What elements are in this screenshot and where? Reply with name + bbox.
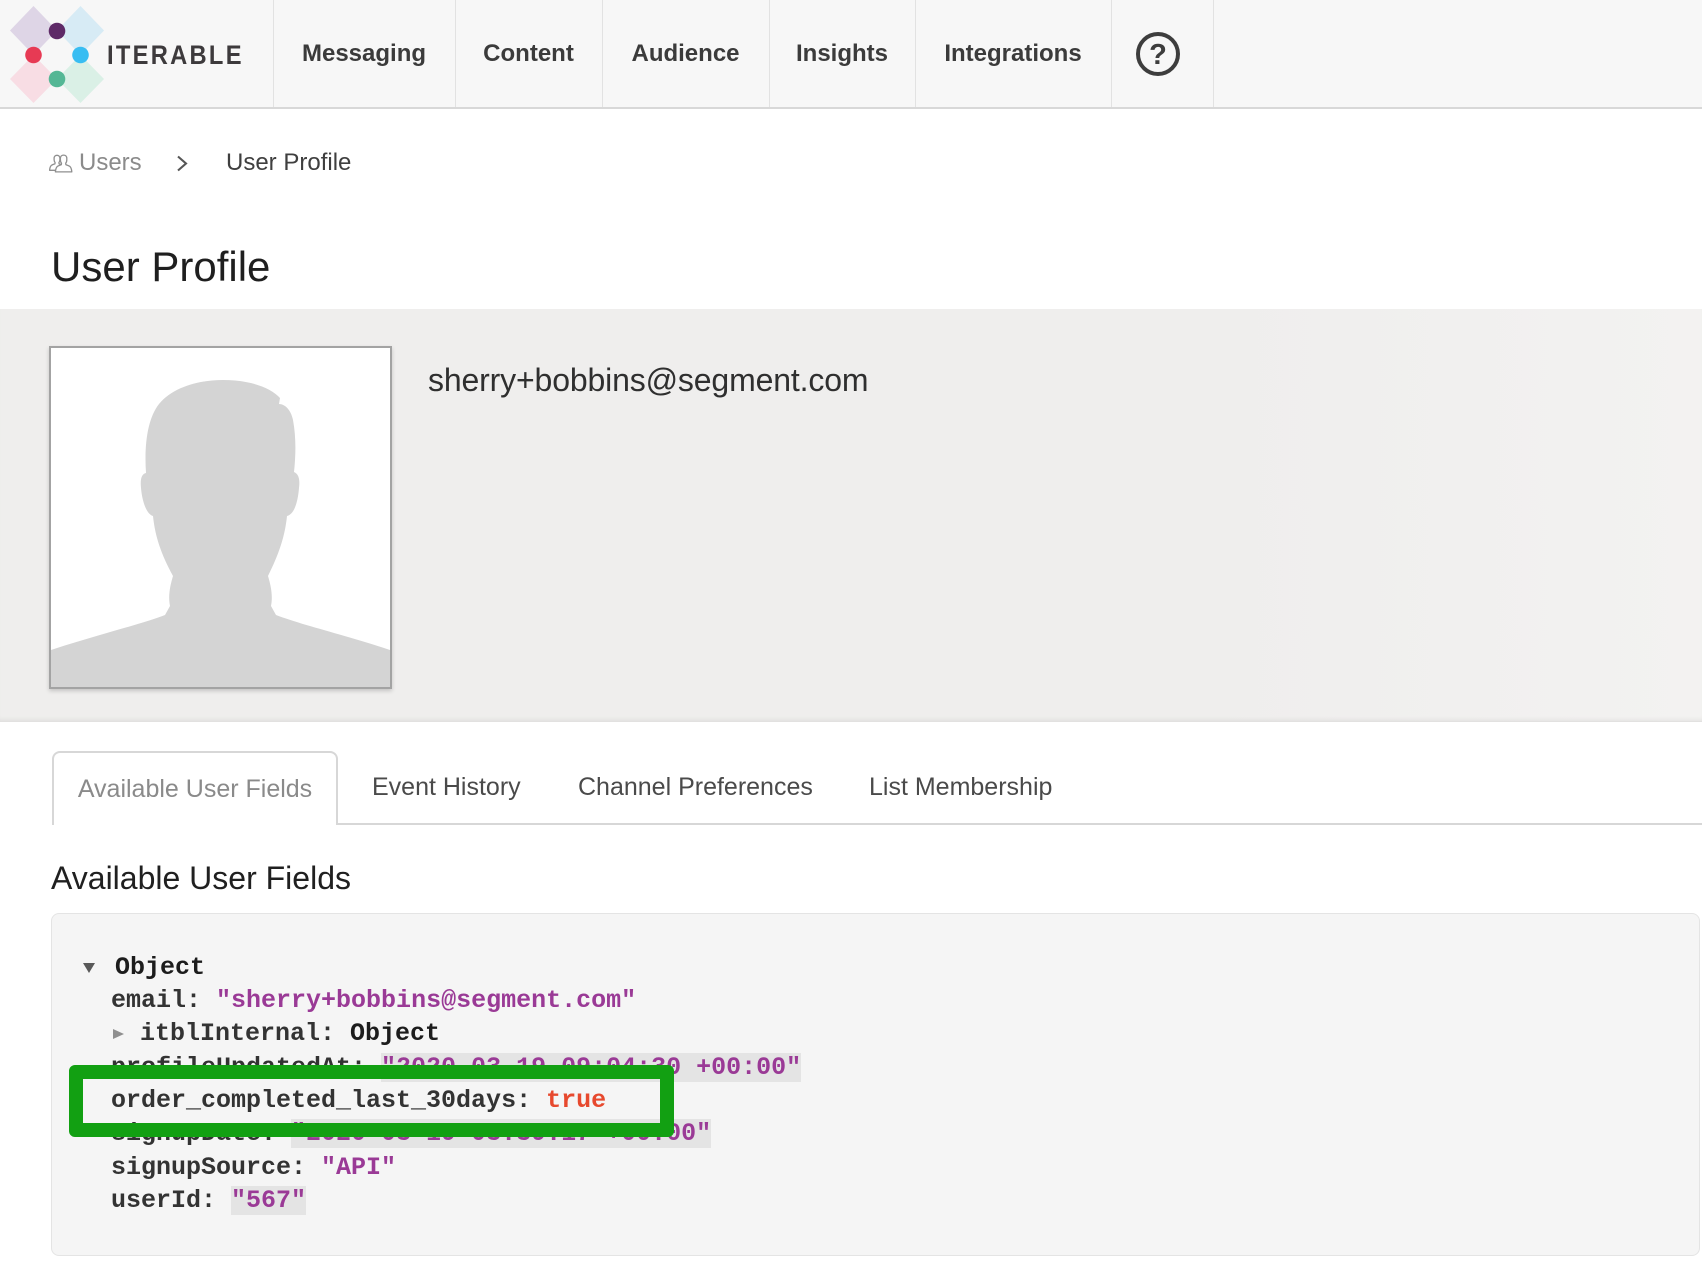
svg-text:?: ? <box>1149 39 1167 71</box>
